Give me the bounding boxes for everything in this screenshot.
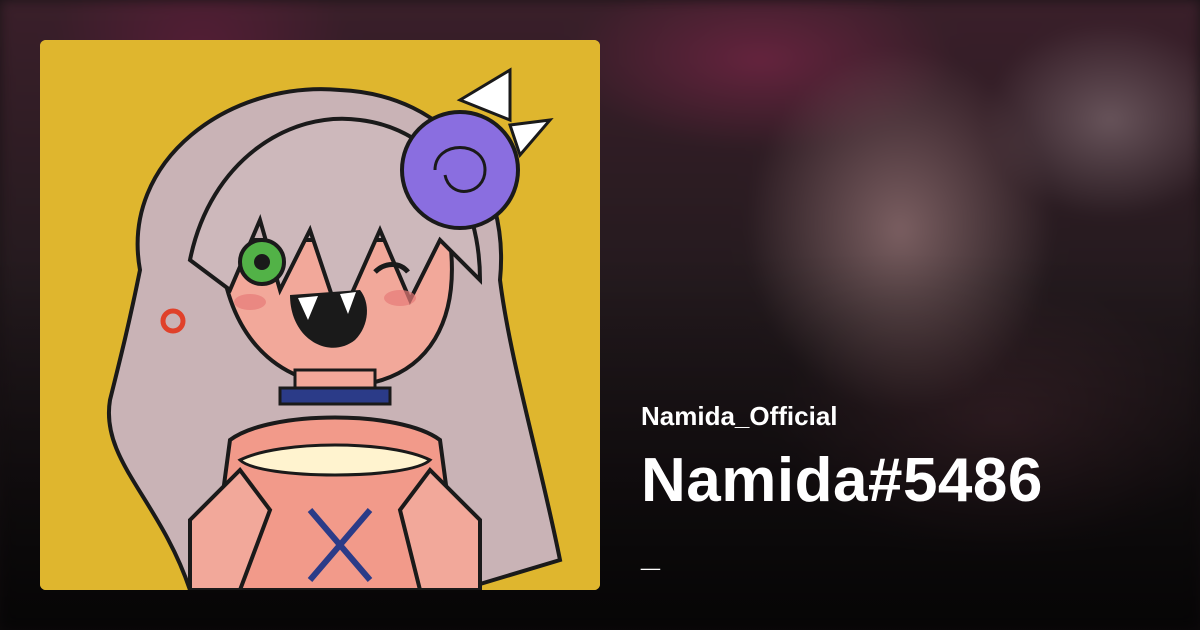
avatar-illustration: [40, 40, 600, 590]
username: Namida_Official: [641, 401, 838, 431]
bio-text: _: [641, 536, 660, 574]
profile-avatar: [40, 40, 600, 590]
display-name: Namida#5486: [641, 446, 1043, 515]
